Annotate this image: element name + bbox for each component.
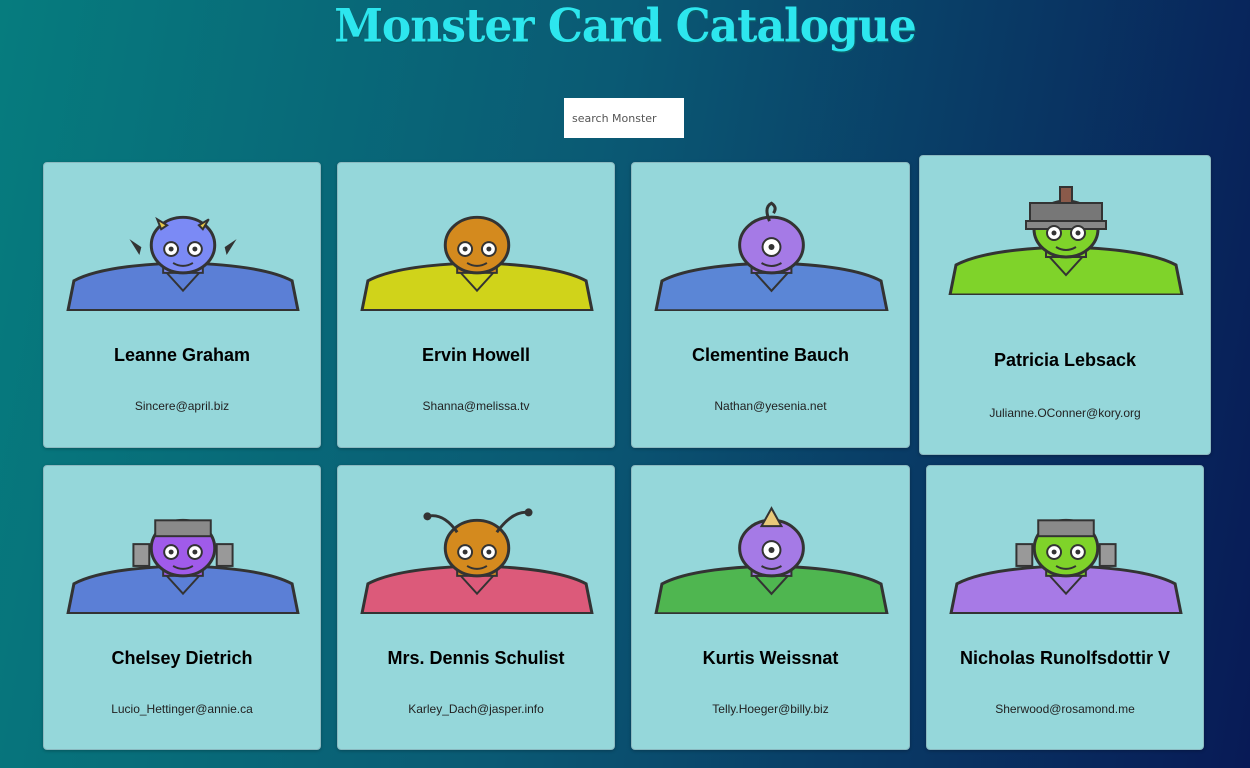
monster-avatar bbox=[652, 502, 891, 618]
monster-avatar bbox=[652, 199, 891, 315]
monster-avatar bbox=[64, 199, 302, 315]
monster-name: Clementine Bauch bbox=[691, 345, 850, 365]
monster-email: Sincere@april.biz bbox=[134, 399, 230, 413]
monster-name: Patricia Lebsack bbox=[993, 350, 1137, 370]
page-title: Monster Card Catalogue bbox=[334, 0, 917, 54]
monster-email: Karley_Dach@jasper.info bbox=[408, 702, 544, 716]
monster-card[interactable]: Leanne Graham Sincere@april.biz bbox=[43, 162, 321, 448]
monster-card[interactable]: Chelsey Dietrich Lucio_Hettinger@annie.ca bbox=[43, 465, 321, 750]
monster-email: Shanna@melissa.tv bbox=[422, 399, 530, 413]
monster-card[interactable]: Mrs. Dennis Schulist Karley_Dach@jasper.i… bbox=[337, 465, 615, 750]
monster-email: Lucio_Hettinger@annie.ca bbox=[111, 702, 253, 716]
monster-name: Kurtis Weissnat bbox=[702, 648, 839, 668]
monster-avatar bbox=[947, 502, 1185, 618]
search-input[interactable] bbox=[564, 98, 684, 138]
monster-name: Chelsey Dietrich bbox=[111, 648, 253, 668]
monster-avatar bbox=[358, 502, 596, 618]
monster-card[interactable]: Patricia Lebsack Julianne.OConner@kory.or… bbox=[919, 155, 1211, 455]
monster-avatar bbox=[358, 199, 596, 315]
monster-card[interactable]: Nicholas Runolfsdottir V Sherwood@rosamon… bbox=[926, 465, 1204, 750]
monster-card[interactable]: Clementine Bauch Nathan@yesenia.net bbox=[631, 162, 910, 448]
monster-email: Telly.Hoeger@billy.biz bbox=[712, 702, 829, 716]
monster-name: Leanne Graham bbox=[113, 345, 251, 365]
monster-email: Julianne.OConner@kory.org bbox=[989, 406, 1141, 420]
monster-name: Ervin Howell bbox=[421, 345, 531, 365]
monster-email: Sherwood@rosamond.me bbox=[995, 702, 1135, 716]
monster-name: Nicholas Runolfsdottir V bbox=[959, 648, 1170, 668]
monster-avatar bbox=[940, 183, 1192, 299]
monster-avatar bbox=[64, 502, 302, 618]
monster-card[interactable]: Kurtis Weissnat Telly.Hoeger@billy.biz bbox=[631, 465, 910, 750]
monster-email: Nathan@yesenia.net bbox=[714, 399, 827, 413]
monster-card[interactable]: Ervin Howell Shanna@melissa.tv bbox=[337, 162, 615, 448]
monster-name: Mrs. Dennis Schulist bbox=[387, 648, 565, 668]
